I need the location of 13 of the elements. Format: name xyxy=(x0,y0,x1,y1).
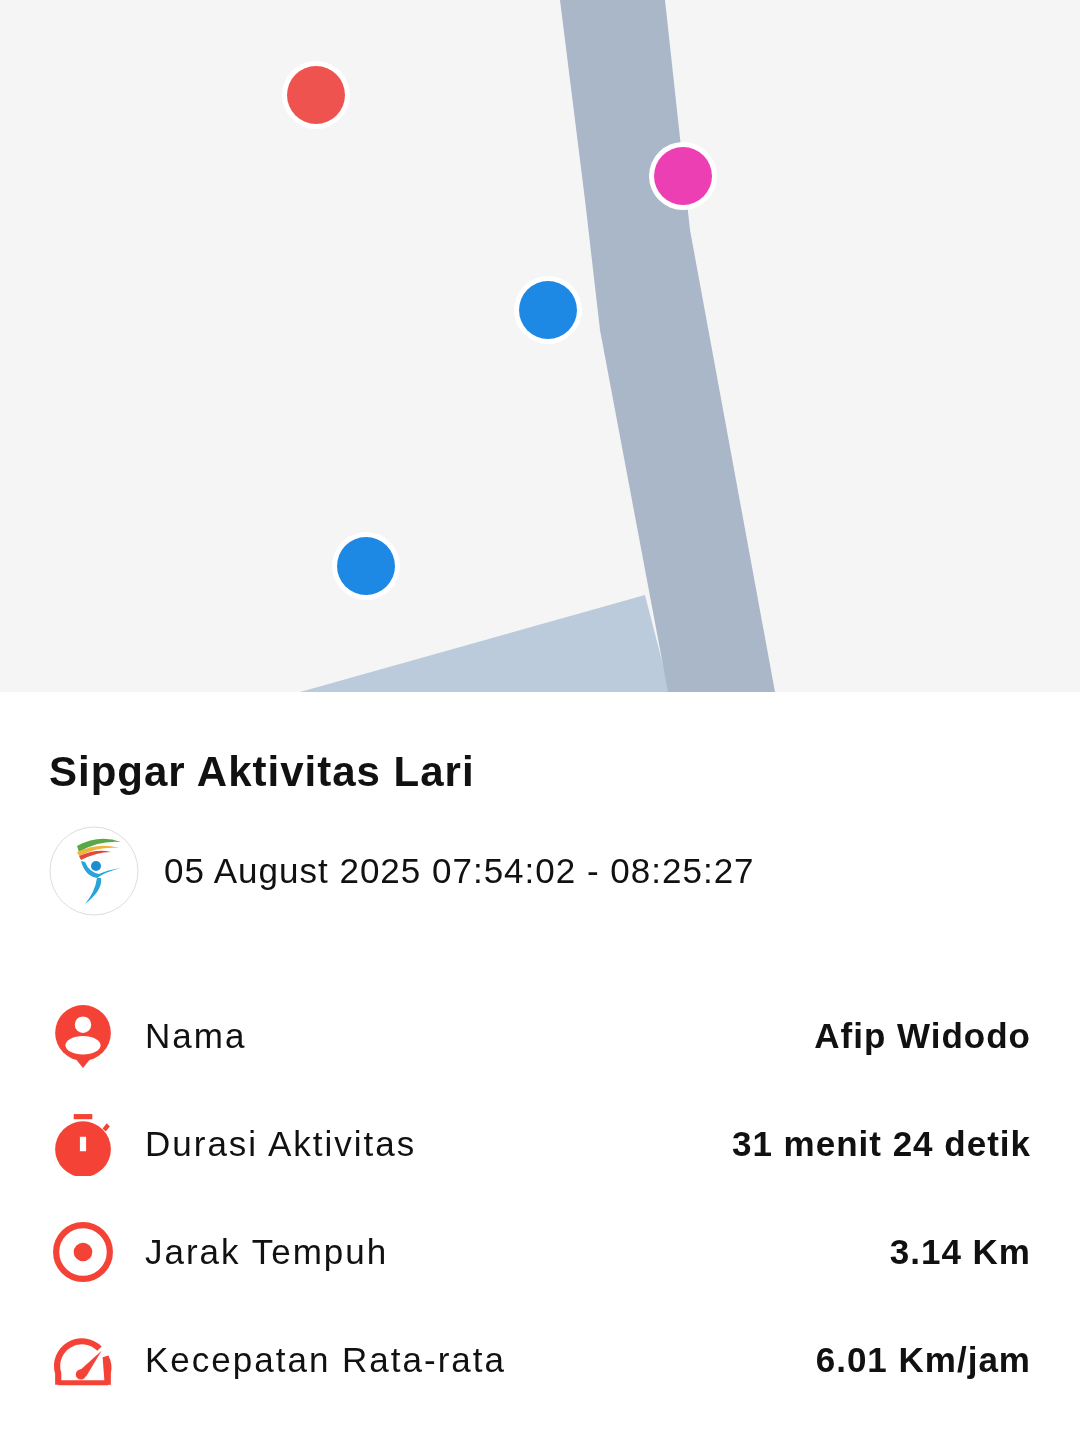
stat-value: 6.01 Km/jam xyxy=(815,1338,1031,1381)
activity-datetime: 05 August 2025 07:54:02 - 08:25:27 xyxy=(164,849,755,892)
stat-value: 3.14 Km xyxy=(889,1230,1031,1273)
page-title: Sipgar Aktivitas Lari xyxy=(49,747,476,797)
stat-label: Nama xyxy=(145,1014,247,1057)
stat-label: Kecepatan Rata-rata xyxy=(145,1338,506,1381)
person-pin-icon xyxy=(52,1004,114,1068)
stat-value: 31 menit 24 detik xyxy=(731,1122,1031,1165)
stat-value: Afip Widodo xyxy=(814,1014,1031,1057)
stat-label: Durasi Aktivitas xyxy=(145,1122,417,1165)
stopwatch-icon xyxy=(52,1112,114,1176)
stat-label: Jarak Tempuh xyxy=(145,1230,389,1273)
target-icon xyxy=(52,1220,114,1284)
